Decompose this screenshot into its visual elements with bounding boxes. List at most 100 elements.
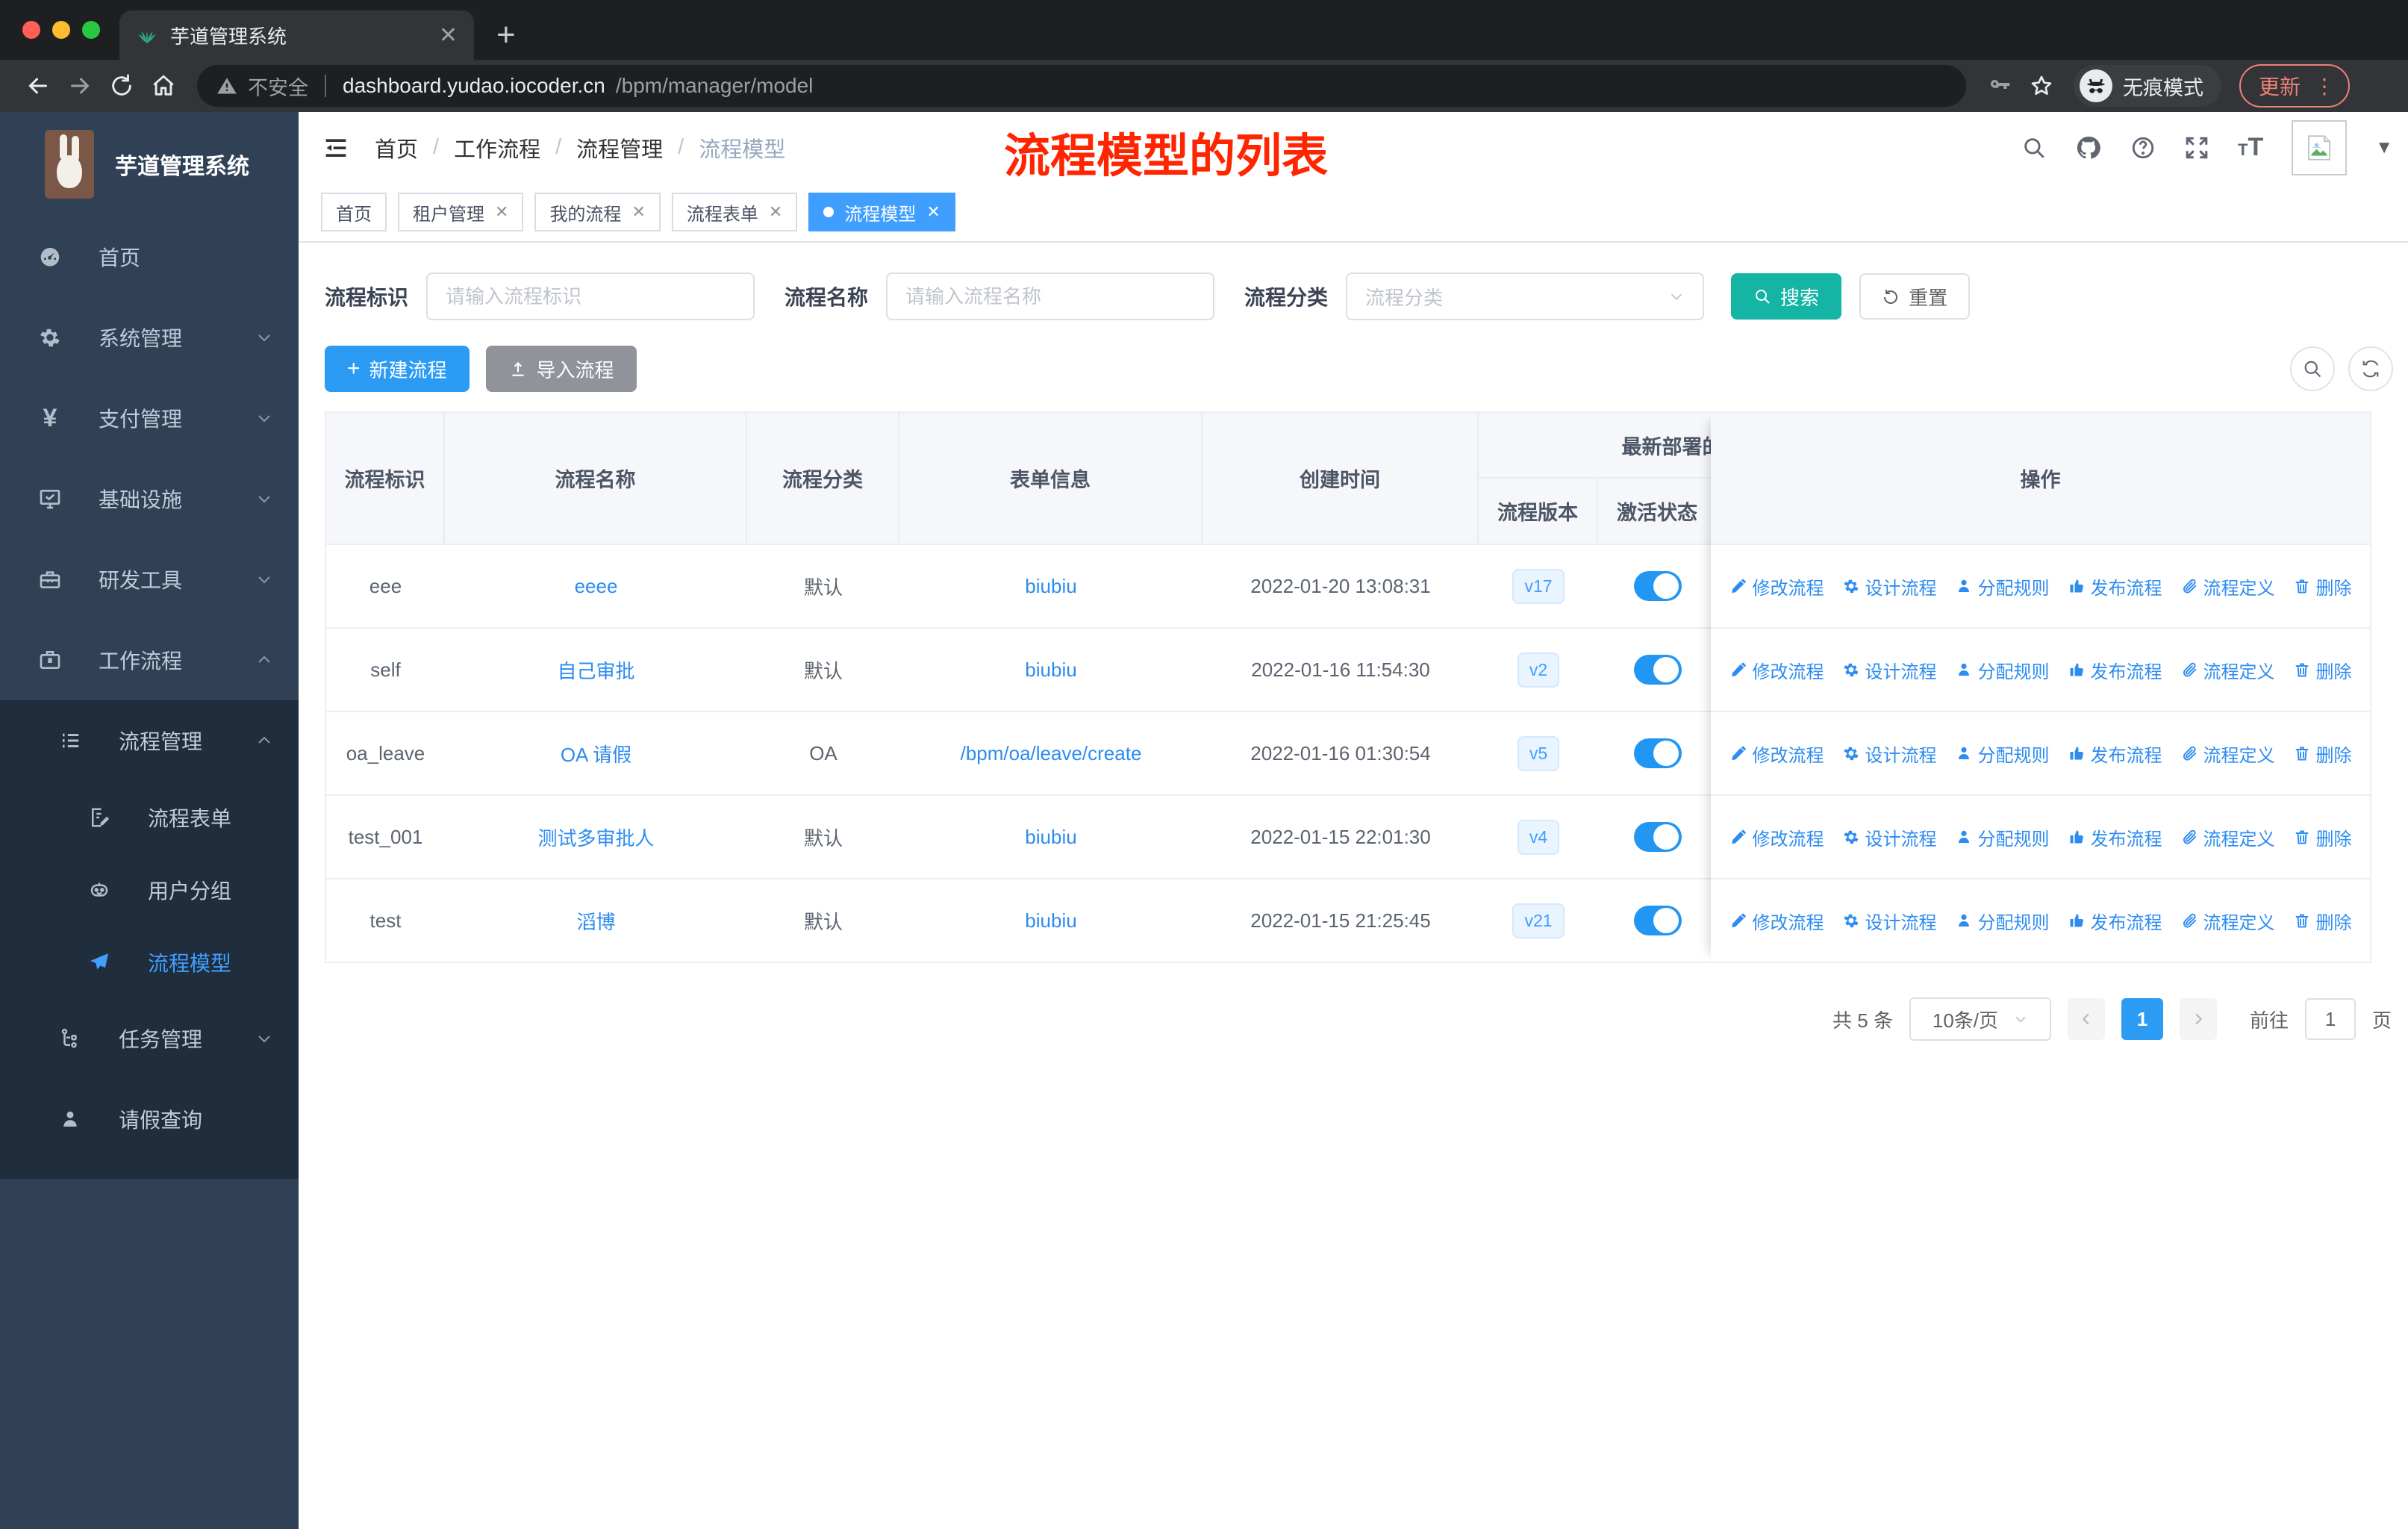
sidebar-item-devtools[interactable]: 研发工具 bbox=[0, 539, 299, 620]
op-user-link[interactable]: 分配规则 bbox=[1955, 741, 2050, 767]
op-thumb-link[interactable]: 发布流程 bbox=[2068, 908, 2162, 934]
sidebar-item-payment[interactable]: ¥ 支付管理 bbox=[0, 378, 299, 458]
form-link[interactable]: biubiu bbox=[1025, 575, 1076, 598]
op-thumb-link[interactable]: 发布流程 bbox=[2068, 573, 2162, 600]
op-trash-link[interactable]: 删除 bbox=[2293, 824, 2352, 850]
refresh-icon[interactable] bbox=[2348, 346, 2393, 391]
close-icon[interactable]: ✕ bbox=[926, 202, 940, 222]
op-pencil-link[interactable]: 修改流程 bbox=[1729, 824, 1824, 850]
key-icon[interactable] bbox=[1983, 74, 2017, 98]
form-link[interactable]: biubiu bbox=[1025, 909, 1076, 932]
sidebar-item-workflow[interactable]: 工作流程 bbox=[0, 620, 299, 700]
browser-menu-icon[interactable]: ⋮ bbox=[2314, 74, 2335, 99]
op-clip-link[interactable]: 流程定义 bbox=[2180, 657, 2275, 683]
github-icon[interactable] bbox=[2075, 134, 2102, 161]
version-badge[interactable]: v4 bbox=[1517, 819, 1560, 855]
op-trash-link[interactable]: 删除 bbox=[2293, 908, 2352, 934]
collapse-sidebar-icon[interactable] bbox=[321, 133, 351, 163]
filter-id-input[interactable] bbox=[426, 273, 755, 320]
op-gear-link[interactable]: 设计流程 bbox=[1842, 573, 1937, 600]
process-name-link[interactable]: 自己审批 bbox=[557, 656, 634, 684]
process-name-link[interactable]: OA 请假 bbox=[561, 740, 631, 767]
process-name-link[interactable]: eeee bbox=[575, 575, 618, 598]
current-page[interactable]: 1 bbox=[2121, 998, 2163, 1040]
next-page-button[interactable] bbox=[2179, 998, 2217, 1040]
filter-name-input[interactable] bbox=[886, 273, 1215, 320]
avatar-caret-icon[interactable]: ▼ bbox=[2375, 137, 2393, 158]
avatar[interactable] bbox=[2292, 119, 2348, 175]
breadcrumb-workflow[interactable]: 工作流程 bbox=[454, 132, 540, 164]
tab-close-icon[interactable]: ✕ bbox=[439, 22, 458, 49]
new-tab-button[interactable]: + bbox=[496, 16, 516, 54]
op-trash-link[interactable]: 删除 bbox=[2293, 657, 2352, 683]
browser-tab[interactable]: 芋道管理系统 ✕ bbox=[119, 10, 474, 60]
tag-process-form[interactable]: 流程表单 ✕ bbox=[671, 193, 798, 231]
op-clip-link[interactable]: 流程定义 bbox=[2180, 573, 2275, 600]
op-pencil-link[interactable]: 修改流程 bbox=[1729, 657, 1824, 683]
zoom-window-button[interactable] bbox=[82, 21, 100, 39]
sidebar-item-infra[interactable]: 基础设施 bbox=[0, 458, 299, 539]
op-thumb-link[interactable]: 发布流程 bbox=[2068, 657, 2162, 683]
sidebar-item-user-group[interactable]: 用户分组 bbox=[0, 853, 299, 926]
tag-home[interactable]: 首页 bbox=[321, 193, 387, 231]
version-badge[interactable]: v17 bbox=[1512, 568, 1565, 604]
op-gear-link[interactable]: 设计流程 bbox=[1842, 824, 1937, 850]
op-gear-link[interactable]: 设计流程 bbox=[1842, 908, 1937, 934]
minimize-window-button[interactable] bbox=[52, 21, 70, 39]
address-bar[interactable]: 不安全 dashboard.yudao.iocoder.cn/bpm/manag… bbox=[197, 65, 1966, 107]
op-pencil-link[interactable]: 修改流程 bbox=[1729, 741, 1824, 767]
op-user-link[interactable]: 分配规则 bbox=[1955, 573, 2050, 600]
op-trash-link[interactable]: 删除 bbox=[2293, 741, 2352, 767]
active-toggle[interactable] bbox=[1634, 822, 1682, 852]
op-thumb-link[interactable]: 发布流程 bbox=[2068, 741, 2162, 767]
tag-process-model[interactable]: 流程模型 ✕ bbox=[808, 193, 955, 231]
breadcrumb-home[interactable]: 首页 bbox=[375, 132, 418, 164]
close-icon[interactable]: ✕ bbox=[769, 202, 782, 222]
page-size-select[interactable]: 10条/页 bbox=[1909, 997, 2051, 1041]
op-pencil-link[interactable]: 修改流程 bbox=[1729, 908, 1824, 934]
security-warning-icon[interactable] bbox=[216, 75, 237, 96]
tag-my-process[interactable]: 我的流程 ✕ bbox=[534, 193, 661, 231]
version-badge[interactable]: v2 bbox=[1517, 652, 1560, 688]
form-link[interactable]: /bpm/oa/leave/create bbox=[961, 742, 1142, 765]
active-toggle[interactable] bbox=[1634, 738, 1682, 768]
show-search-icon[interactable] bbox=[2290, 346, 2335, 391]
search-icon[interactable] bbox=[2021, 135, 2047, 161]
op-thumb-link[interactable]: 发布流程 bbox=[2068, 824, 2162, 850]
close-window-button[interactable] bbox=[22, 21, 40, 39]
sidebar-item-process-form[interactable]: 流程表单 bbox=[0, 781, 299, 853]
font-size-icon[interactable]: TT bbox=[2238, 133, 2263, 162]
browser-update-button[interactable]: 更新 ⋮ bbox=[2239, 64, 2351, 108]
reload-icon[interactable] bbox=[105, 73, 139, 99]
sidebar-item-leave-query[interactable]: 请假查询 bbox=[0, 1079, 299, 1159]
search-button[interactable]: 搜索 bbox=[1731, 273, 1842, 320]
filter-category-select[interactable]: 流程分类 bbox=[1346, 273, 1705, 320]
home-icon[interactable] bbox=[146, 73, 181, 99]
back-icon[interactable] bbox=[21, 72, 55, 99]
version-badge[interactable]: v21 bbox=[1512, 903, 1565, 938]
close-icon[interactable]: ✕ bbox=[495, 202, 508, 222]
op-clip-link[interactable]: 流程定义 bbox=[2180, 908, 2275, 934]
tag-tenant[interactable]: 租户管理 ✕ bbox=[398, 193, 524, 231]
op-clip-link[interactable]: 流程定义 bbox=[2180, 824, 2275, 850]
active-toggle[interactable] bbox=[1634, 906, 1682, 935]
sidebar-item-process-model[interactable]: 流程模型 bbox=[0, 926, 299, 998]
create-process-button[interactable]: + 新建流程 bbox=[325, 346, 470, 392]
help-icon[interactable] bbox=[2130, 135, 2156, 161]
op-user-link[interactable]: 分配规则 bbox=[1955, 908, 2050, 934]
version-badge[interactable]: v5 bbox=[1517, 735, 1560, 771]
sidebar-item-home[interactable]: 首页 bbox=[0, 217, 299, 297]
active-toggle[interactable] bbox=[1634, 655, 1682, 685]
process-name-link[interactable]: 滔博 bbox=[576, 907, 615, 935]
op-gear-link[interactable]: 设计流程 bbox=[1842, 657, 1937, 683]
breadcrumb-process-mgmt[interactable]: 流程管理 bbox=[576, 132, 663, 164]
sidebar-item-process-mgmt[interactable]: 流程管理 bbox=[0, 700, 299, 781]
forward-icon[interactable] bbox=[63, 72, 97, 99]
op-trash-link[interactable]: 删除 bbox=[2293, 573, 2352, 600]
op-clip-link[interactable]: 流程定义 bbox=[2180, 741, 2275, 767]
sidebar-item-task-mgmt[interactable]: 任务管理 bbox=[0, 998, 299, 1079]
bookmark-star-icon[interactable] bbox=[2024, 74, 2059, 98]
import-process-button[interactable]: 导入流程 bbox=[485, 346, 637, 392]
op-pencil-link[interactable]: 修改流程 bbox=[1729, 573, 1824, 600]
active-toggle[interactable] bbox=[1634, 571, 1682, 601]
